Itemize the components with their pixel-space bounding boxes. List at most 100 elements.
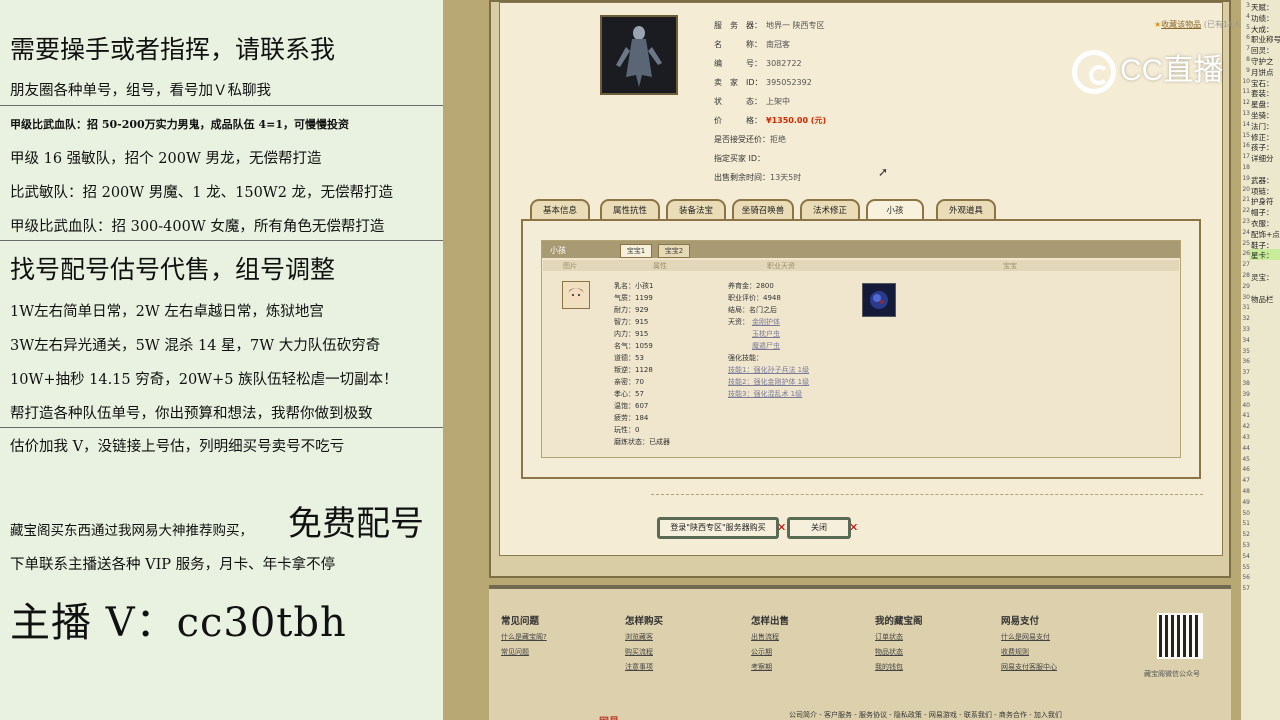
row-cell[interactable]: 星卡： xyxy=(1251,250,1274,261)
footer-link[interactable]: 什么是网易支付 xyxy=(1001,630,1057,645)
footer-link[interactable]: 网易支付客服中心 xyxy=(1001,660,1057,675)
footer-bottom-links[interactable]: 公司简介 - 客户服务 - 服务协议 - 隐私政策 - 网易游戏 - 联系我们 … xyxy=(789,710,1062,720)
close-button[interactable]: 关闭 xyxy=(787,517,851,539)
footer-link[interactable]: 订单状态 xyxy=(875,630,923,645)
row-cell[interactable]: 帽子： xyxy=(1251,207,1274,218)
info-label: 指定买家 ID： xyxy=(714,154,766,163)
qr-label: 藏宝阁微信公众号 xyxy=(1144,670,1200,678)
row-cell[interactable]: 衣服： xyxy=(1251,218,1274,229)
child-talent: 养育金：2800 xyxy=(728,282,774,290)
info-id: 编 号： 3082722 xyxy=(714,58,802,69)
footer-link[interactable]: 考察期 xyxy=(751,660,789,675)
row-cell[interactable]: 详细分 xyxy=(1251,153,1274,164)
tab-attributes[interactable]: 属性抗性 xyxy=(600,199,660,221)
row-cell[interactable]: 武器： xyxy=(1251,175,1274,186)
info-status: 状 态： 上架中 xyxy=(714,96,790,107)
info-label: 服 务 器： xyxy=(714,21,762,30)
info-line: 甲级比武血队：招 300-400W 女魔，所有角色无偿帮打造 xyxy=(10,219,385,235)
row-number: 18 xyxy=(1242,164,1250,171)
row-number: 5 xyxy=(1246,23,1250,31)
footer-link[interactable]: 常见问题 xyxy=(501,645,547,660)
game-window: ★收藏该物品 (已有14人收藏) 服 务 器： 地界一 陕西专区 名 称： 南冠客 … xyxy=(443,0,1260,720)
tab-baby-2[interactable]: 宝宝2 xyxy=(658,244,690,258)
row-number: 26 xyxy=(1242,250,1250,258)
row-number: 47 xyxy=(1242,477,1250,485)
row-number: 6 xyxy=(1246,34,1250,42)
divider xyxy=(651,494,1203,495)
row-cell[interactable]: 配饰+点 xyxy=(1251,229,1280,240)
column-header: 职业天资 xyxy=(767,262,795,270)
row-number: 16 xyxy=(1242,142,1250,150)
row-cell[interactable]: 法门： xyxy=(1251,121,1274,132)
tab-child[interactable]: 小孩 xyxy=(866,199,924,221)
row-number: 21 xyxy=(1242,196,1250,204)
close-icon[interactable]: ✕ xyxy=(777,521,786,534)
child-attr: 乳名：小孩1 xyxy=(614,282,654,290)
row-number: 46 xyxy=(1242,466,1250,474)
footer-heading: 怎样出售 xyxy=(751,616,790,627)
tab-equipment[interactable]: 装备法宝 xyxy=(666,199,726,221)
row-cell[interactable]: 大成： xyxy=(1251,24,1274,35)
info-line: 藏宝阁买东西通过我网易大神推荐购买， xyxy=(10,523,253,539)
child-attr: 名气：1059 xyxy=(614,342,653,350)
row-number: 33 xyxy=(1242,326,1250,333)
row-cell[interactable]: 月饼点 xyxy=(1251,67,1274,78)
footer-link[interactable]: 浏览藏客 xyxy=(625,630,663,645)
row-number: 25 xyxy=(1242,239,1250,247)
child-attr: 耐力：929 xyxy=(614,306,649,314)
close-icon[interactable]: ✕ xyxy=(849,521,858,534)
site-footer: 常见问题 什么是藏宝阁? 常见问题 怎样购买 浏览藏客 购买流程 注意事项 怎样… xyxy=(489,585,1231,720)
row-cell[interactable]: 坐骑： xyxy=(1251,110,1274,121)
row-cell[interactable]: 职业称号 xyxy=(1251,34,1280,45)
tab-baby-1[interactable]: 宝宝1 xyxy=(620,244,652,258)
row-cell[interactable]: 物品栏 xyxy=(1251,294,1274,305)
tab-mounts[interactable]: 坐骑召唤兽 xyxy=(732,199,794,221)
footer-link[interactable]: 收费规则 xyxy=(1001,645,1057,660)
skill-link[interactable]: 技能1：强化孙子兵法 1级 xyxy=(728,365,809,375)
info-price: 价 格： ¥1350.00 (元) xyxy=(714,115,826,126)
talent-link[interactable]: 魔遁尸虫 xyxy=(752,341,780,351)
footer-link[interactable]: 注意事项 xyxy=(625,660,663,675)
row-number: 12 xyxy=(1242,99,1250,107)
tab-basic-info[interactable]: 基本信息 xyxy=(530,199,590,221)
footer-link[interactable]: 公示期 xyxy=(751,645,789,660)
row-cell[interactable]: 套装： xyxy=(1251,88,1274,99)
row-number: 42 xyxy=(1242,423,1250,431)
footer-link[interactable]: 出售流程 xyxy=(751,630,789,645)
footer-link[interactable]: 什么是藏宝阁? xyxy=(501,630,547,645)
child-attr: 玩性：0 xyxy=(614,426,640,434)
buy-login-button[interactable]: 登录"陕西专区"服务器购买 xyxy=(657,517,779,539)
row-cell[interactable]: 孩子： xyxy=(1251,142,1274,153)
tab-appearance[interactable]: 外观道具 xyxy=(936,199,996,221)
row-cell[interactable]: 守护之 xyxy=(1251,56,1274,67)
row-cell[interactable]: 星盘： xyxy=(1251,99,1274,110)
info-value: 13天5时 xyxy=(770,173,802,182)
row-number: 23 xyxy=(1242,218,1250,225)
row-number: 28 xyxy=(1242,272,1250,279)
footer-link[interactable]: 购买流程 xyxy=(625,645,663,660)
footer-link[interactable]: 物品状态 xyxy=(875,645,923,660)
row-cell[interactable]: 护身符 xyxy=(1251,196,1274,207)
row-number: 10 xyxy=(1242,77,1250,85)
row-number: 34 xyxy=(1242,336,1250,344)
row-number: 31 xyxy=(1242,304,1250,312)
row-cell[interactable]: 项链： xyxy=(1251,186,1274,197)
row-number: 56 xyxy=(1242,574,1250,582)
row-cell[interactable]: 宝石： xyxy=(1251,78,1274,89)
footer-link[interactable]: 我的钱包 xyxy=(875,660,923,675)
row-cell[interactable]: 修正： xyxy=(1251,132,1274,143)
row-cell[interactable]: 回灵： xyxy=(1251,45,1274,56)
talent-link[interactable]: 金刚护体 xyxy=(752,317,780,327)
skill-link[interactable]: 技能2：强化金刚护体 1级 xyxy=(728,377,809,387)
skill-link[interactable]: 技能3：强化混乱术 1级 xyxy=(728,389,802,399)
row-number: 4 xyxy=(1246,12,1250,20)
footer-col-faq: 常见问题 什么是藏宝阁? 常见问题 xyxy=(501,613,547,660)
row-number: 32 xyxy=(1242,315,1250,323)
row-cell[interactable]: 天赋： xyxy=(1251,2,1274,13)
footer-heading: 怎样购买 xyxy=(625,616,664,627)
talent-link[interactable]: 玉枕户虫 xyxy=(752,329,780,339)
row-cell[interactable]: 功绩： xyxy=(1251,13,1274,24)
row-number: 9 xyxy=(1246,66,1250,74)
tab-spells[interactable]: 法术修正 xyxy=(800,199,860,221)
row-cell[interactable]: 灵宝： xyxy=(1251,272,1274,283)
